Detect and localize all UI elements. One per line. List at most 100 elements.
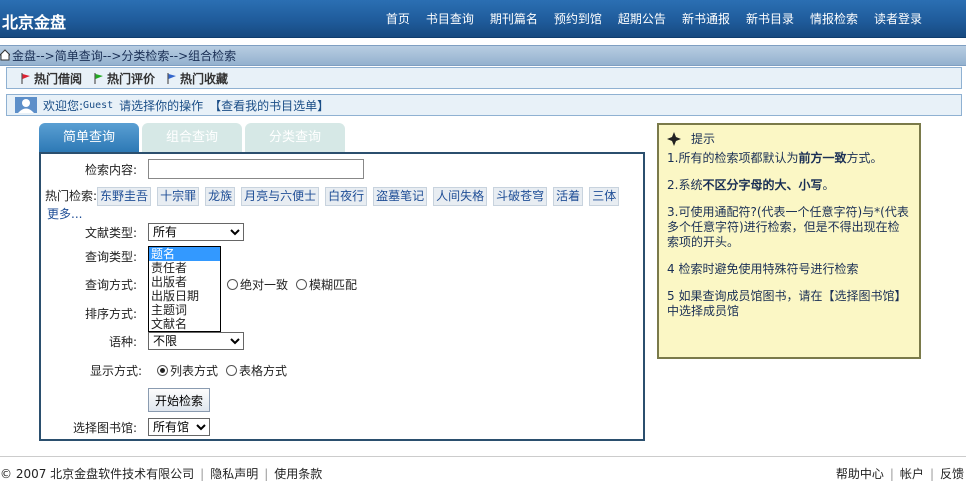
hot-keyword-7[interactable]: 斗破苍穹 bbox=[493, 187, 548, 206]
nav-reservation[interactable]: 预约到馆 bbox=[546, 10, 610, 27]
match-exact-radio[interactable]: 绝对一致 bbox=[227, 276, 288, 293]
radio-circle bbox=[296, 279, 308, 290]
tip-2-bold: 不区分字母的大、小写 bbox=[702, 178, 823, 192]
tip-4: 4 检索时避免使用特殊符号进行检索 bbox=[667, 262, 911, 277]
green-flag-icon bbox=[94, 72, 104, 84]
nav-overdue[interactable]: 超期公告 bbox=[610, 10, 674, 27]
hot-keyword-6[interactable]: 人间失格 bbox=[433, 187, 488, 206]
querytype-option-author[interactable]: 责任者 bbox=[149, 261, 220, 275]
blue-flag-icon bbox=[167, 72, 177, 84]
doctype-label: 文献类型: bbox=[84, 225, 137, 240]
start-search-button[interactable]: 开始检索 bbox=[148, 388, 211, 412]
nav-reader-login[interactable]: 读者登录 bbox=[866, 10, 930, 27]
nav-journal-articles[interactable]: 期刊篇名 bbox=[482, 10, 546, 27]
display-list-label: 列表方式 bbox=[170, 364, 219, 378]
querytype-label: 查询类型: bbox=[84, 250, 137, 264]
privacy-link[interactable]: 隐私声明 bbox=[210, 467, 258, 481]
help-center-link[interactable]: 帮助中心 bbox=[836, 467, 884, 481]
quick-links-bar: 热门借阅 热门评价 热门收藏 bbox=[6, 67, 962, 89]
tip-1: 1.所有的检索项都默认为前方一致方式。 bbox=[667, 151, 911, 166]
hot-keywords-label: 热门检索: bbox=[45, 189, 98, 203]
hot-rating-link[interactable]: 热门评价 bbox=[94, 70, 155, 87]
tip-4-text: 4 检索时避免使用特殊符号进行检索 bbox=[667, 262, 859, 276]
querytype-option-subject[interactable]: 主题词 bbox=[149, 303, 220, 317]
search-content-label: 检索内容: bbox=[84, 162, 137, 177]
display-list-radio[interactable]: 列表方式 bbox=[157, 362, 218, 379]
welcome-message: 请选择你的操作 bbox=[119, 98, 204, 113]
pin-icon bbox=[667, 131, 681, 146]
hot-keywords: 热门检索: 东野圭吾 十宗罪 龙族 月亮与六便士 白夜行 盗墓笔记 人间失格 斗破苍穹 活着 三体更… bbox=[45, 187, 635, 223]
tab-combined-search[interactable]: 组合查询 bbox=[142, 123, 242, 152]
querytype-dropdown-list[interactable]: 题名 责任者 出版者 出版日期 主题词 文献名 bbox=[148, 246, 221, 332]
nav-info-retrieval[interactable]: 情报检索 bbox=[802, 10, 866, 27]
hot-borrow-link[interactable]: 热门借阅 bbox=[21, 70, 82, 87]
user-avatar-icon bbox=[15, 97, 37, 113]
radio-circle-checked bbox=[157, 365, 168, 376]
hot-keyword-1[interactable]: 十宗罪 bbox=[157, 187, 200, 206]
hot-keyword-0[interactable]: 东野圭吾 bbox=[97, 187, 152, 206]
site-logo[interactable]: 北京金盘 bbox=[2, 9, 66, 33]
tip-3-text: 3.可使用通配符?(代表一个任意字符)与*(代表多个任意字符)进行检索，但是不得… bbox=[667, 205, 909, 249]
more-keywords-link[interactable]: 更多... bbox=[47, 207, 82, 221]
nav-catalog-search[interactable]: 书目查询 bbox=[418, 10, 482, 27]
feedback-link[interactable]: 反馈 bbox=[940, 467, 964, 481]
nav-new-books[interactable]: 新书通报 bbox=[674, 10, 738, 27]
hot-keyword-8[interactable]: 活着 bbox=[553, 187, 584, 206]
querytype-option-pubdate[interactable]: 出版日期 bbox=[149, 289, 220, 303]
match-exact-label: 绝对一致 bbox=[240, 278, 289, 292]
search-form-panel: 检索内容: 热门检索: 东野圭吾 十宗罪 龙族 月亮与六便士 白夜行 盗墓笔记 人间失格 斗破苍… bbox=[39, 152, 645, 441]
hot-keyword-3[interactable]: 月亮与六便士 bbox=[241, 187, 320, 206]
search-tabs: 简单查询 组合查询 分类查询 bbox=[39, 123, 345, 152]
tips-title: 提示 bbox=[691, 132, 716, 146]
hot-favorite-link[interactable]: 热门收藏 bbox=[167, 70, 228, 87]
my-booklist-link[interactable]: 【查看我的书目选单】 bbox=[209, 97, 329, 114]
language-select[interactable]: 不限 bbox=[148, 332, 244, 350]
querymode-label: 查询方式: bbox=[84, 278, 137, 292]
hot-borrow-label: 热门借阅 bbox=[34, 71, 83, 86]
copyright-text: © 2007 北京金盘软件技术有限公司 bbox=[0, 467, 195, 481]
nav-new-catalog[interactable]: 新书目录 bbox=[738, 10, 802, 27]
library-select[interactable]: 所有馆 bbox=[148, 418, 210, 436]
display-table-radio[interactable]: 表格方式 bbox=[226, 362, 287, 379]
account-link[interactable]: 帐户 bbox=[900, 467, 924, 481]
tab-category-search[interactable]: 分类查询 bbox=[245, 123, 345, 152]
guest-username: Guest bbox=[83, 99, 114, 111]
home-icon bbox=[0, 49, 10, 61]
tip-1-pre: 1.所有的检索项都默认为 bbox=[667, 151, 799, 165]
language-label: 语种: bbox=[108, 334, 137, 349]
tip-3: 3.可使用通配符?(代表一个任意字符)与*(代表多个任意字符)进行检索，但是不得… bbox=[667, 205, 911, 250]
display-label: 显示方式: bbox=[89, 364, 142, 378]
footer: © 2007 北京金盘软件技术有限公司 | 隐私声明 | 使用条款 帮助中心 | 帐户 | 反馈 bbox=[0, 456, 966, 488]
tip-2: 2.系统不区分字母的大、小写。 bbox=[667, 178, 911, 193]
sort-label: 排序方式: bbox=[84, 307, 137, 321]
main-nav: 首页 书目查询 期刊篇名 预约到馆 超期公告 新书通报 新书目录 情报检索 读者… bbox=[378, 10, 930, 27]
tips-panel: 提示 1.所有的检索项都默认为前方一致方式。 2.系统不区分字母的大、小写。 3… bbox=[657, 123, 921, 359]
display-table-label: 表格方式 bbox=[239, 364, 288, 378]
hot-keyword-4[interactable]: 白夜行 bbox=[325, 187, 368, 206]
welcome-prefix: 欢迎您: bbox=[43, 98, 84, 113]
breadcrumb: 金盘-->简单查询-->分类检索-->组合检索 bbox=[0, 45, 966, 66]
tab-simple-search[interactable]: 简单查询 bbox=[39, 123, 139, 152]
library-label: 选择图书馆: bbox=[72, 420, 137, 435]
match-fuzzy-label: 模糊匹配 bbox=[309, 278, 358, 292]
match-fuzzy-radio[interactable]: 模糊匹配 bbox=[296, 276, 357, 293]
search-content-input[interactable] bbox=[148, 159, 364, 179]
tip-2-pre: 2.系统 bbox=[667, 178, 703, 192]
doctype-select[interactable]: 所有 bbox=[148, 223, 244, 241]
breadcrumb-text[interactable]: 金盘-->简单查询-->分类检索-->组合检索 bbox=[12, 49, 236, 63]
querytype-option-title[interactable]: 题名 bbox=[149, 247, 220, 261]
hot-favorite-label: 热门收藏 bbox=[180, 71, 229, 86]
hot-keyword-9[interactable]: 三体 bbox=[589, 187, 620, 206]
terms-link[interactable]: 使用条款 bbox=[274, 467, 322, 481]
hot-rating-label: 热门评价 bbox=[107, 71, 156, 86]
querytype-option-docname[interactable]: 文献名 bbox=[149, 317, 220, 331]
tip-2-post: 。 bbox=[822, 178, 835, 192]
tip-5: 5 如果查询成员馆图书，请在【选择图书馆】中选择成员馆 bbox=[667, 289, 911, 319]
radio-circle bbox=[227, 279, 238, 290]
hot-keyword-2[interactable]: 龙族 bbox=[205, 187, 236, 206]
querytype-option-publisher[interactable]: 出版者 bbox=[149, 275, 220, 289]
top-header: 北京金盘 首页 书目查询 期刊篇名 预约到馆 超期公告 新书通报 新书目录 情报… bbox=[0, 0, 966, 38]
hot-keyword-5[interactable]: 盗墓笔记 bbox=[373, 187, 428, 206]
red-flag-icon bbox=[21, 72, 30, 84]
nav-home[interactable]: 首页 bbox=[378, 10, 418, 27]
